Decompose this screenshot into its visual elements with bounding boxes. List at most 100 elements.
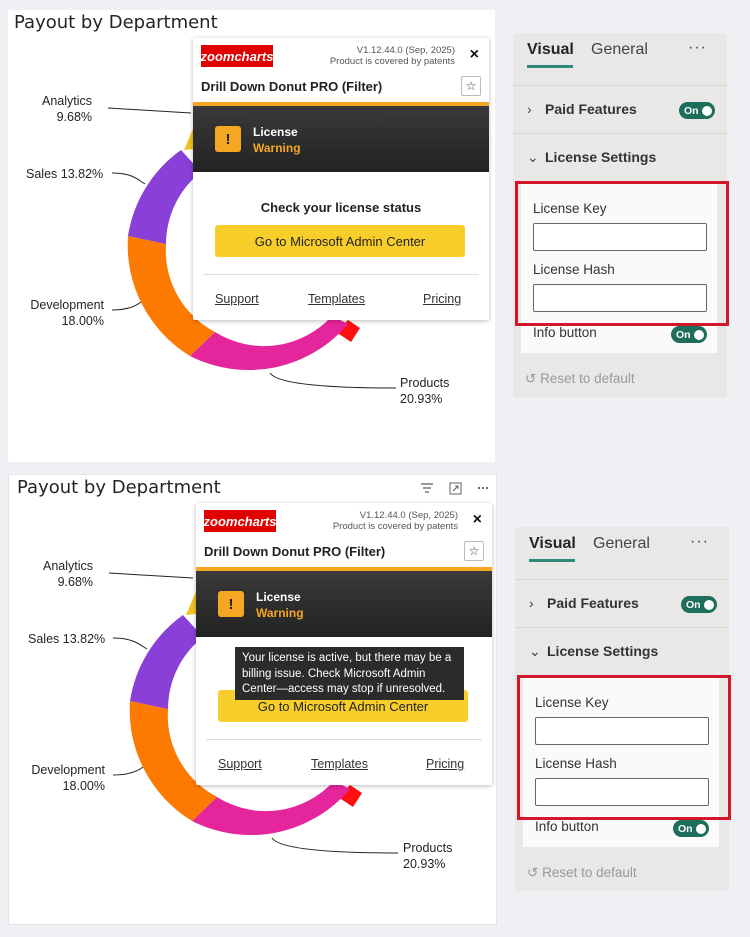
leader-development <box>111 301 142 311</box>
star-icon[interactable]: ☆ <box>461 76 481 96</box>
label-analytics-pct: 9.68% <box>56 110 93 124</box>
leader-products <box>269 372 397 389</box>
license-settings-label-bottom: ⌄ License Settings <box>529 643 658 660</box>
label-development-name: Development <box>30 298 104 312</box>
label-sales-bottom: Sales 13.82% <box>28 632 106 646</box>
license-settings-row[interactable]: ⌄ License Settings <box>513 133 727 181</box>
label-analytics-name-bottom: Analytics <box>43 559 94 573</box>
license-settings-row-bottom[interactable]: ⌄ License Settings <box>515 627 729 675</box>
tab-visual[interactable]: Visual <box>527 41 574 59</box>
label-products: Products 20.93% <box>400 375 449 407</box>
version-info-bottom: V1.12.44.0 (Sep, 2025) Product is covere… <box>333 510 458 532</box>
label-products-bottom: Products 20.93% <box>403 840 452 872</box>
warning-icon: ! <box>215 126 241 152</box>
reset-icon: ↺ <box>525 371 537 386</box>
support-link[interactable]: Support <box>215 292 259 306</box>
license-heading-bottom: License <box>256 590 301 604</box>
patent-text-bottom: Product is covered by patents <box>332 521 458 532</box>
zoomcharts-logo[interactable]: zoomcharts <box>201 45 273 67</box>
templates-link[interactable]: Templates <box>308 292 365 306</box>
info-button-label: Info button <box>533 325 597 340</box>
version-info: V1.12.44.0 (Sep, 2025) Product is covere… <box>330 45 455 67</box>
paid-features-toggle-bottom[interactable]: On <box>681 596 717 613</box>
paid-features-row[interactable]: › Paid Features On <box>513 85 727 133</box>
license-warning-status: Warning <box>253 141 301 155</box>
check-license-text: Check your license status <box>260 200 422 215</box>
license-warning-status-bottom: Warning <box>256 606 304 620</box>
highlight-box-bottom <box>517 675 731 820</box>
pricing-link-bottom[interactable]: Pricing <box>426 757 464 771</box>
popup-divider-bottom <box>206 739 482 740</box>
leader-sales-bottom <box>112 637 148 650</box>
templates-link-bottom[interactable]: Templates <box>311 757 368 771</box>
reset-to-default[interactable]: ↺ Reset to default <box>525 371 635 387</box>
label-development-bottom: Development 18.00% <box>23 762 105 794</box>
reset-text: Reset to default <box>540 371 635 386</box>
paid-features-toggle[interactable]: On <box>679 102 715 119</box>
label-development-pct: 18.00% <box>61 314 104 328</box>
reset-icon-bottom: ↺ <box>527 865 539 880</box>
support-link-bottom[interactable]: Support <box>218 757 262 771</box>
license-settings-text-bottom: License Settings <box>547 643 659 659</box>
popup-divider <box>203 274 479 275</box>
top-visual-panel[interactable]: Payout by Department Analytics 9.68% Sal… <box>8 10 495 462</box>
leader-analytics <box>107 107 192 114</box>
info-button-label-bottom: Info button <box>535 819 599 834</box>
paid-features-text: Paid Features <box>545 101 637 117</box>
reset-text-bottom: Reset to default <box>542 865 637 880</box>
label-analytics-pct-bottom: 9.68% <box>57 575 94 589</box>
patent-text: Product is covered by patents <box>329 56 455 67</box>
label-sales: Sales 13.82% <box>26 167 104 181</box>
leader-development-bottom <box>112 766 144 776</box>
label-analytics-bottom: Analytics 9.68% <box>43 558 93 590</box>
tab-general[interactable]: General <box>591 41 648 59</box>
tab-visual-underline <box>527 65 573 68</box>
license-tooltip: Your license is active, but there may be… <box>235 647 464 700</box>
slice-products[interactable] <box>190 316 348 371</box>
warning-icon-bottom: ! <box>218 591 244 617</box>
more-options-icon[interactable]: ··· <box>688 39 707 57</box>
slice-sales-bottom[interactable] <box>130 615 203 709</box>
bottom-visual-panel[interactable]: Payout by Department Analytics 9.68% Sal… <box>8 474 497 925</box>
label-development: Development 18.00% <box>22 297 104 329</box>
tab-visual-underline-bottom <box>529 559 575 562</box>
info-button-toggle-bottom[interactable]: On <box>673 820 709 837</box>
close-icon-bottom[interactable]: × <box>473 511 482 529</box>
version-text: V1.12.44.0 (Sep, 2025) <box>356 45 455 56</box>
pricing-link[interactable]: Pricing <box>423 292 461 306</box>
chevron-down-icon-bottom: ⌄ <box>529 643 541 659</box>
reset-to-default-bottom[interactable]: ↺ Reset to default <box>527 865 637 881</box>
info-button-toggle[interactable]: On <box>671 326 707 343</box>
highlight-box <box>515 181 729 326</box>
admin-center-button[interactable]: Go to Microsoft Admin Center <box>215 225 465 257</box>
label-products-name: Products <box>400 376 450 390</box>
slice-sales[interactable] <box>128 150 201 244</box>
format-pane-bottom: Visual General ··· › Paid Features On ⌄ Li… <box>515 527 731 891</box>
label-development-name-bottom: Development <box>31 763 105 777</box>
label-development-pct-bottom: 18.00% <box>62 779 105 793</box>
tab-general-bottom[interactable]: General <box>593 535 650 553</box>
zoomcharts-license-popup: zoomcharts V1.12.44.0 (Sep, 2025) Produc… <box>193 38 489 320</box>
chevron-down-icon: ⌄ <box>527 149 539 165</box>
star-icon-bottom[interactable]: ☆ <box>464 541 484 561</box>
license-heading: License <box>253 125 298 139</box>
paid-features-label-bottom: › Paid Features <box>529 595 639 611</box>
label-analytics: Analytics 9.68% <box>42 93 92 125</box>
license-settings-label: ⌄ License Settings <box>527 149 656 166</box>
more-options-icon-bottom[interactable]: ··· <box>690 533 709 551</box>
leader-products-bottom <box>271 837 399 854</box>
popup-title-bottom: Drill Down Donut PRO (Filter) <box>204 544 386 559</box>
close-icon[interactable]: × <box>470 46 479 64</box>
paid-features-label: › Paid Features <box>527 101 637 117</box>
license-status-banner: ! License Warning <box>193 102 489 172</box>
version-text-bottom: V1.12.44.0 (Sep, 2025) <box>359 510 458 521</box>
tab-visual-bottom[interactable]: Visual <box>529 535 576 553</box>
popup-title: Drill Down Donut PRO (Filter) <box>201 79 383 94</box>
leader-sales <box>111 172 146 185</box>
label-products-pct: 20.93% <box>400 392 443 406</box>
leader-analytics-bottom <box>108 572 194 579</box>
zoomcharts-logo-bottom[interactable]: zoomcharts <box>204 510 276 532</box>
zoomcharts-license-popup-bottom: zoomcharts V1.12.44.0 (Sep, 2025) Produc… <box>196 503 492 785</box>
slice-products-bottom[interactable] <box>192 781 350 836</box>
paid-features-row-bottom[interactable]: › Paid Features On <box>515 579 729 627</box>
